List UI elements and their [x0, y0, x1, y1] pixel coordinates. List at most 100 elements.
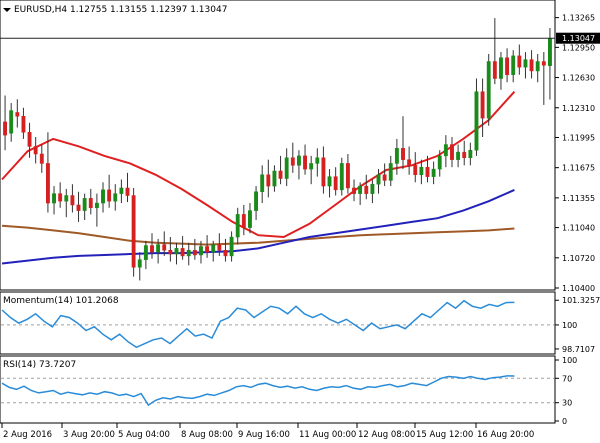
candle-body-down: [529, 59, 534, 72]
time-axis-label: 2 Aug 2016: [3, 430, 52, 440]
candle-body-down: [131, 195, 136, 268]
candle-body-up: [468, 149, 473, 159]
candle-body-up: [272, 170, 277, 187]
candle-body-down: [241, 214, 246, 228]
indicator-axis-label: 0: [562, 417, 567, 426]
candle-body-up: [376, 174, 381, 185]
candle-body-down: [33, 146, 38, 155]
candle-body-up: [94, 202, 99, 209]
candle-body-down: [505, 57, 510, 75]
candle-body-up: [9, 110, 14, 134]
candle-body-down: [192, 250, 197, 256]
candle-body-down: [168, 250, 173, 255]
candle-body-up: [370, 183, 375, 194]
candle-body-up: [199, 246, 203, 256]
candle-body-up: [327, 176, 332, 187]
candle-body-down: [333, 176, 338, 191]
candle-body-up: [431, 168, 436, 177]
candle-body-down: [407, 159, 412, 166]
rsi-panel-frame: [0, 355, 556, 424]
candle-body-up: [248, 210, 252, 228]
candle-body-down: [70, 195, 75, 206]
candle-body-up: [143, 245, 148, 260]
candle-body-down: [278, 170, 283, 179]
candle-body-up: [548, 37, 552, 67]
candle-body-down: [480, 91, 485, 119]
time-axis-label: 16 Aug 20:00: [477, 430, 534, 440]
candle-body-down: [413, 165, 418, 176]
candle-body-up: [419, 166, 424, 176]
price-axis-label: 1.12310: [562, 104, 595, 113]
time-axis-label: 15 Aug 12:00: [416, 430, 473, 440]
candle-body-up: [156, 244, 161, 253]
candle-body-down: [382, 174, 387, 181]
candle-body-down: [217, 244, 222, 251]
candle-body-up: [186, 250, 191, 257]
candle-body-up: [309, 163, 314, 170]
candle-body-down: [345, 163, 350, 189]
candle-body-down: [517, 55, 522, 68]
time-axis-label: 9 Aug 16:00: [238, 430, 290, 440]
price-panel-title: EURUSD,H4 1.12755 1.13155 1.12397 1.1304…: [14, 5, 227, 15]
candle-body-up: [535, 61, 540, 72]
candle-body-up: [119, 187, 124, 194]
candle-body-down: [364, 185, 369, 194]
candle-body-up: [64, 195, 69, 202]
candle: [339, 157, 344, 196]
candle-body-down: [180, 248, 185, 257]
candle: [131, 187, 136, 277]
candle-body-up: [499, 57, 503, 79]
candle-body-up: [437, 155, 442, 170]
candle-body-up: [486, 61, 491, 119]
candle-body-down: [125, 187, 130, 196]
candle-body-down: [541, 61, 546, 66]
candle-body-up: [211, 244, 216, 253]
candle-body-up: [113, 193, 118, 202]
momentum-panel[interactable]: Momentum(14) 101.2068 101.3257 100 98.7107: [0, 291, 600, 355]
candle-body-up: [284, 157, 289, 179]
candle-body-up: [260, 174, 265, 192]
time-axis-label: 8 Aug 08:00: [181, 430, 233, 440]
price-axis-label: 1.11355: [562, 194, 595, 203]
candle-body-up: [358, 185, 363, 194]
candle-body-down: [450, 144, 454, 160]
candle-body-down: [39, 153, 44, 164]
indicator-axis-label: 101.3257: [562, 296, 600, 305]
price-axis-label: 1.11995: [562, 133, 595, 142]
candle-body-up: [82, 198, 87, 211]
chart: EURUSD,H4 1.12755 1.13155 1.12397 1.1304…: [0, 0, 600, 440]
price-axis-label: 1.10720: [562, 254, 595, 263]
candle-body-up: [394, 148, 399, 164]
price-axis-label: 1.11040: [562, 224, 595, 233]
price-axis-label: 1.12630: [562, 74, 595, 83]
candle-body-down: [76, 204, 81, 211]
candle-body-up: [339, 163, 344, 191]
candle-body-down: [107, 189, 112, 202]
time-axis: 2 Aug 2016 3 Aug 20:00 5 Aug 04:00 8 Aug 08…: [1, 423, 534, 440]
candle-body-down: [3, 121, 7, 136]
candle-body-down: [205, 246, 210, 253]
rsi-panel[interactable]: RSI(14) 73.7207 100 70 30 0: [0, 355, 577, 426]
candle-body-up: [254, 191, 259, 211]
candle-body-down: [162, 244, 167, 251]
candle: [486, 53, 491, 126]
price-axis-label: 1.13265: [562, 14, 595, 23]
candle-body-down: [352, 187, 356, 194]
current-price-marker: 1.13047: [556, 32, 600, 44]
indicator-axis-label: 100: [562, 356, 577, 365]
candle-body-up: [235, 214, 240, 238]
indicator-axis-label: 100: [562, 321, 577, 330]
candle-body-down: [58, 193, 63, 202]
candle-body-down: [290, 157, 295, 166]
candle-body-up: [523, 59, 528, 68]
candle-body-up: [456, 151, 461, 160]
candle-body-down: [425, 166, 430, 177]
candle-body-down: [150, 245, 154, 253]
candle-body-down: [266, 174, 271, 187]
candle-body-down: [462, 151, 467, 159]
candle-body-up: [137, 259, 142, 268]
time-axis-label: 5 Aug 04:00: [118, 430, 170, 440]
candle-body-up: [229, 236, 234, 257]
main-price-panel[interactable]: EURUSD,H4 1.12755 1.13155 1.12397 1.1304…: [0, 0, 600, 293]
candle-body-up: [474, 91, 479, 151]
